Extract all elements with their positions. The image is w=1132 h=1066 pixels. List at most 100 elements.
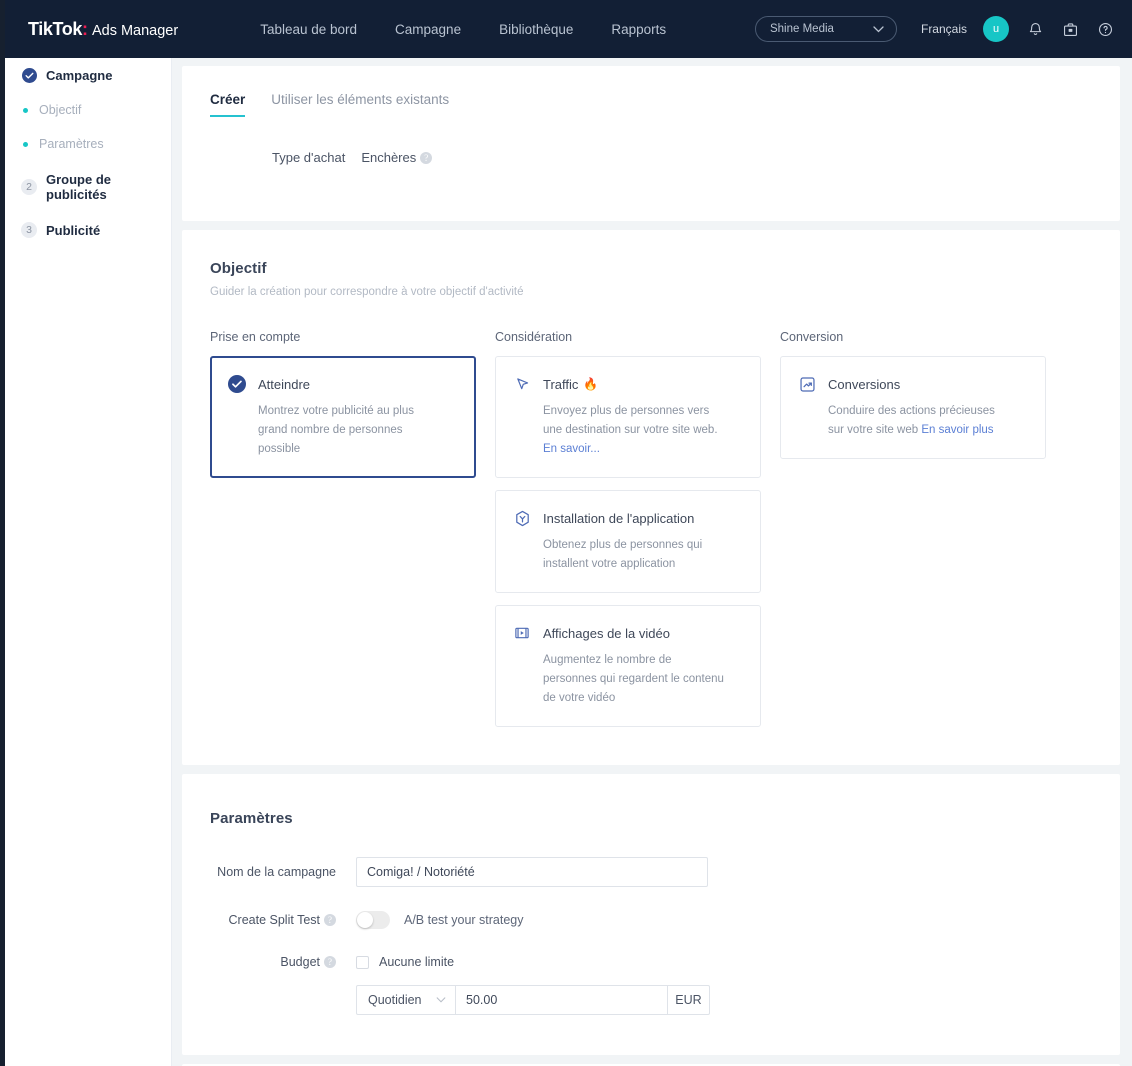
purchase-type-value[interactable]: Enchères: [361, 150, 416, 165]
create-type-card: Créer Utiliser les éléments existants Ty…: [182, 66, 1120, 221]
sidebar-item-label: Campagne: [46, 68, 113, 83]
objective-card-title: Traffic: [543, 376, 579, 392]
learn-more-link[interactable]: En savoir...: [543, 443, 600, 455]
bullet-dot-icon: [23, 107, 28, 113]
objectif-column-conversion: Conversions Conduire des actions précieu…: [780, 356, 1046, 727]
budget-input-group: Quotidien EUR: [356, 985, 1120, 1015]
trending-up-icon: [797, 374, 817, 394]
objective-card-conversions[interactable]: Conversions Conduire des actions précieu…: [780, 356, 1046, 459]
objective-card-header: Atteindre: [227, 374, 459, 394]
brand-colon: :: [81, 18, 88, 39]
sidebar-item-objectif[interactable]: Objectif: [23, 103, 171, 117]
objective-card-header: Installation de l'application: [512, 508, 744, 528]
no-limit-label: Aucune limite: [379, 955, 455, 969]
chevron-down-icon: [436, 997, 446, 1003]
campaign-name-control: [356, 857, 708, 887]
budget-no-limit-control: Aucune limite: [356, 955, 454, 969]
purchase-type-label: Type d'achat: [272, 150, 346, 165]
objective-card-header: Affichages de la vidéo: [512, 623, 744, 643]
fire-badge-icon: 🔥: [583, 377, 599, 391]
column-heading-awareness: Prise en compte: [210, 330, 301, 344]
sidebar-item-label: Publicité: [46, 222, 101, 238]
sidebar-item-label: Groupe de publicités: [46, 172, 112, 202]
sidebar-item-label: Paramètres: [39, 137, 104, 151]
create-tabs: Créer Utiliser les éléments existants: [210, 92, 1120, 117]
bell-icon[interactable]: [1027, 21, 1044, 38]
tab-utiliser-elements-existants[interactable]: Utiliser les éléments existants: [271, 92, 449, 115]
step-number-badge: 2: [21, 179, 37, 195]
objective-card-description: Obtenez plus de personnes qui installent…: [543, 539, 703, 570]
main-content: Créer Utiliser les éléments existants Ty…: [172, 58, 1132, 1066]
avatar[interactable]: u: [983, 16, 1009, 42]
account-selector-label: Shine Media: [769, 23, 834, 35]
budget-row: Budget ? Aucune limite: [210, 955, 1120, 969]
top-header: TikTok : Ads Manager Tableau de bord Cam…: [5, 0, 1132, 58]
help-icon[interactable]: ?: [324, 914, 336, 926]
brand-logo[interactable]: TikTok : Ads Manager: [28, 19, 178, 40]
column-heading-conversion: Conversion: [780, 330, 844, 344]
sidebar-item-groupe-de-publicites[interactable]: 2 Groupe de publicités: [21, 172, 171, 202]
account-selector[interactable]: Shine Media: [754, 16, 897, 42]
sidebar-item-publicite[interactable]: 3 Publicité: [21, 222, 171, 238]
objective-card-title: Affichages de la vidéo: [543, 625, 670, 641]
nav-tableau-de-bord[interactable]: Tableau de bord: [260, 22, 357, 37]
nav-bibliotheque[interactable]: Bibliothèque: [499, 22, 573, 37]
split-test-row: Create Split Test ? A/B test your strate…: [210, 911, 1120, 929]
video-icon: [512, 623, 532, 643]
objectif-title: Objectif: [210, 260, 267, 277]
objective-card-header: Conversions: [797, 374, 1029, 394]
inbox-icon[interactable]: [1062, 21, 1079, 38]
header-right-cluster: Shine Media Français u: [754, 0, 1114, 58]
sidebar-item-campagne[interactable]: Campagne: [22, 68, 171, 83]
objectif-column-awareness: Atteindre Montrez votre publicité au plu…: [210, 356, 476, 727]
budget-amount-input[interactable]: [456, 985, 668, 1015]
objective-card-description: Conduire des actions précieuses sur votr…: [797, 402, 1012, 440]
budget-type-select[interactable]: Quotidien: [356, 985, 456, 1015]
toggle-knob: [357, 912, 373, 928]
split-test-control: A/B test your strategy: [356, 911, 524, 929]
objective-card-title: Atteindre: [258, 376, 311, 392]
objectif-subtitle: Guider la création pour correspondre à v…: [210, 286, 524, 298]
purchase-type-row: Type d'achat Enchères ?: [272, 150, 1120, 165]
objective-card-app-install[interactable]: Installation de l'application Obtenez pl…: [495, 490, 761, 593]
brand-name: TikTok: [28, 18, 82, 39]
bullet-dot-icon: [23, 141, 28, 147]
parametres-title: Paramètres: [210, 810, 293, 827]
objective-card-description: Envoyez plus de personnes vers une desti…: [512, 402, 727, 459]
nav-campagne[interactable]: Campagne: [395, 22, 461, 37]
objectif-grid: Atteindre Montrez votre publicité au plu…: [210, 356, 1120, 727]
objectif-column-consideration: Traffic 🔥 Envoyez plus de personnes vers…: [495, 356, 761, 727]
help-icon[interactable]: ?: [420, 151, 433, 164]
budget-label-group: Budget ?: [210, 955, 336, 969]
objective-card-description-text: Envoyez plus de personnes vers une desti…: [543, 405, 718, 436]
budget-currency-suffix: EUR: [668, 985, 710, 1015]
objective-card-title: Installation de l'application: [543, 510, 695, 526]
parametres-card: Paramètres Nom de la campagne Create Spl…: [182, 774, 1120, 1055]
budget-type-value: Quotidien: [368, 993, 422, 1007]
no-limit-checkbox[interactable]: [356, 955, 369, 969]
objective-card-traffic[interactable]: Traffic 🔥 Envoyez plus de personnes vers…: [495, 356, 761, 478]
help-icon[interactable]: ?: [324, 956, 336, 968]
objective-card-title: Conversions: [828, 376, 901, 392]
check-circle-icon: [227, 374, 247, 394]
objectif-card: Objectif Guider la création pour corresp…: [182, 230, 1120, 765]
help-icon[interactable]: [1097, 21, 1114, 38]
sidebar-item-label: Objectif: [39, 103, 82, 117]
budget-label: Budget: [280, 955, 320, 969]
chevron-down-icon: [873, 25, 884, 33]
learn-more-link[interactable]: En savoir plus: [921, 424, 993, 436]
nav-rapports[interactable]: Rapports: [611, 22, 666, 37]
column-heading-consideration: Considération: [495, 330, 573, 344]
split-test-toggle[interactable]: [356, 911, 390, 929]
objective-card-description: Montrez votre publicité au plus grand no…: [258, 405, 414, 455]
check-circle-icon: [22, 68, 37, 83]
objective-card-atteindre[interactable]: Atteindre Montrez votre publicité au plu…: [210, 356, 476, 478]
objective-card-video-views[interactable]: Affichages de la vidéo Augmentez le nomb…: [495, 605, 761, 727]
brand-suffix: Ads Manager: [91, 22, 179, 39]
tab-creer[interactable]: Créer: [210, 92, 246, 117]
language-selector[interactable]: Français: [921, 22, 967, 36]
sidebar-item-parametres[interactable]: Paramètres: [23, 137, 171, 151]
app-install-icon: [512, 508, 532, 528]
main-nav: Tableau de bord Campagne Bibliothèque Ra…: [260, 22, 666, 37]
campaign-name-input[interactable]: [356, 857, 708, 887]
